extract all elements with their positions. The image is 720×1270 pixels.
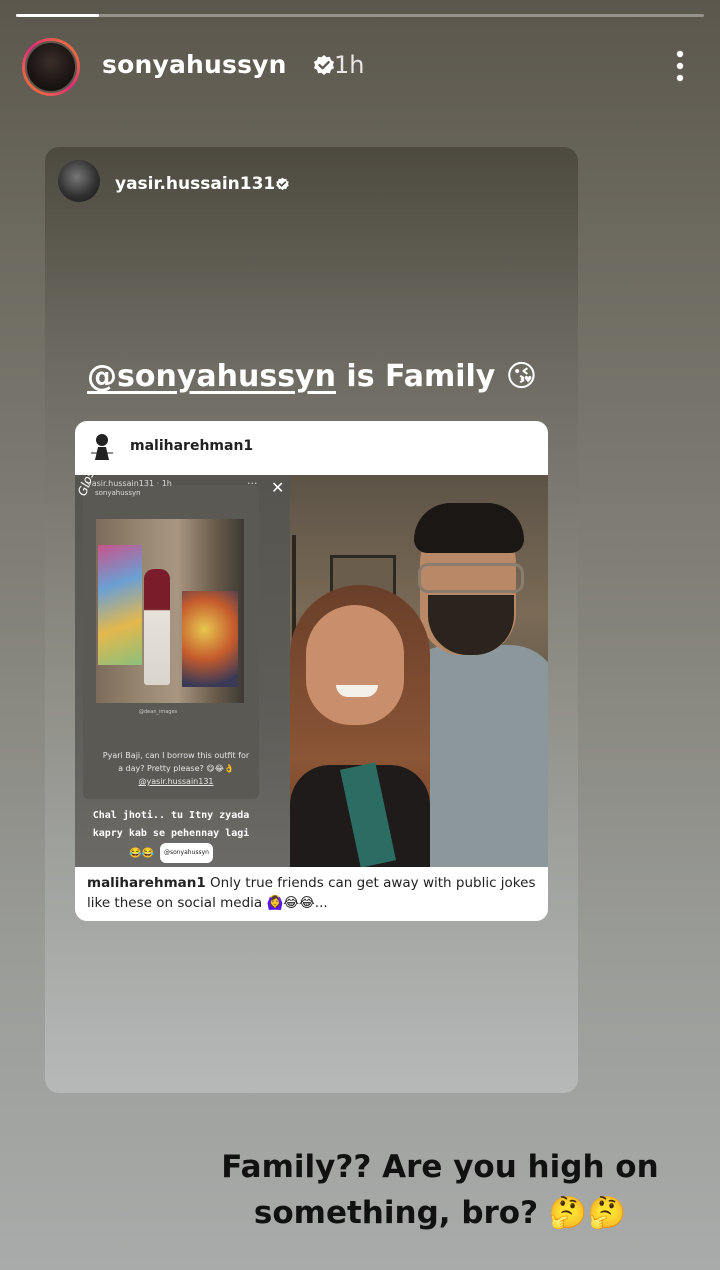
story-overlay-text: Family?? Are you high on something, bro?… xyxy=(180,1144,700,1236)
verified-badge-icon xyxy=(276,177,289,191)
reshared-story-username[interactable]: yasir.hussain131 xyxy=(115,174,275,194)
reshared-story-card[interactable]: yasir.hussain131 @sonyahussyn is Family … xyxy=(45,147,578,1093)
inner-story-tag: @yasir.hussain131 xyxy=(138,777,214,786)
inner-story-photo xyxy=(96,519,244,703)
story-progress-fill xyxy=(16,14,99,17)
painting-left xyxy=(98,545,142,665)
inner-story-reply: Chal jhoti.. tu Itny zyada kapry kab se … xyxy=(89,807,253,863)
overlay-line-2: something, bro? 🤔🤔 xyxy=(253,1195,627,1231)
post-avatar-icon[interactable] xyxy=(87,431,117,461)
selfie-photo xyxy=(290,475,548,867)
embedded-post[interactable]: maliharehman1 @dean_images Pyari Baji, c… xyxy=(75,421,548,921)
standing-figure xyxy=(144,569,170,685)
post-image[interactable]: @dean_images Pyari Baji, can I borrow th… xyxy=(75,462,548,867)
story-header: sonyahussyn 1h xyxy=(22,36,698,96)
story-timestamp: 1h xyxy=(334,51,365,79)
inner-story-card: @dean_images Pyari Baji, can I borrow th… xyxy=(83,485,259,799)
photo-credit: @dean_images xyxy=(139,709,178,715)
inner-story-caption-text: Pyari Baji, can I borrow this outfit for… xyxy=(102,751,250,773)
inner-story-screenshot: @dean_images Pyari Baji, can I borrow th… xyxy=(75,462,290,867)
woman-face xyxy=(306,605,404,725)
woman-smile xyxy=(336,685,378,697)
overlay-line-1: Family?? Are you high on xyxy=(221,1149,659,1185)
painting-right xyxy=(182,591,238,687)
verified-badge-icon xyxy=(314,55,334,75)
man-hair xyxy=(414,503,524,553)
mention-sticker: @sonyahussyn xyxy=(159,843,213,863)
mention-link[interactable]: @sonyahussyn xyxy=(87,359,336,394)
family-headline: @sonyahussyn is Family 😘 xyxy=(87,359,537,394)
story-avatar[interactable] xyxy=(22,38,80,96)
family-headline-text: is Family 😘 xyxy=(335,359,538,394)
post-caption-username[interactable]: maliharehman1 xyxy=(87,875,206,891)
man-glasses xyxy=(418,563,524,593)
close-icon: ✕ xyxy=(271,478,285,497)
more-vertical-icon[interactable] xyxy=(668,48,692,84)
inner-story-header-user: yasir.hussain131 · 1h xyxy=(87,479,172,488)
inner-story-sub-user: sonyahussyn xyxy=(95,489,141,497)
story-username[interactable]: sonyahussyn xyxy=(102,50,287,79)
reshared-story-avatar[interactable] xyxy=(58,160,100,202)
post-caption: maliharehman1 Only true friends can get … xyxy=(87,873,537,913)
inner-story-more-icon: ··· xyxy=(247,477,258,490)
inner-story-caption: Pyari Baji, can I borrow this outfit for… xyxy=(101,749,251,788)
post-username[interactable]: maliharehman1 xyxy=(130,438,253,454)
story-progress-bar xyxy=(16,14,704,17)
